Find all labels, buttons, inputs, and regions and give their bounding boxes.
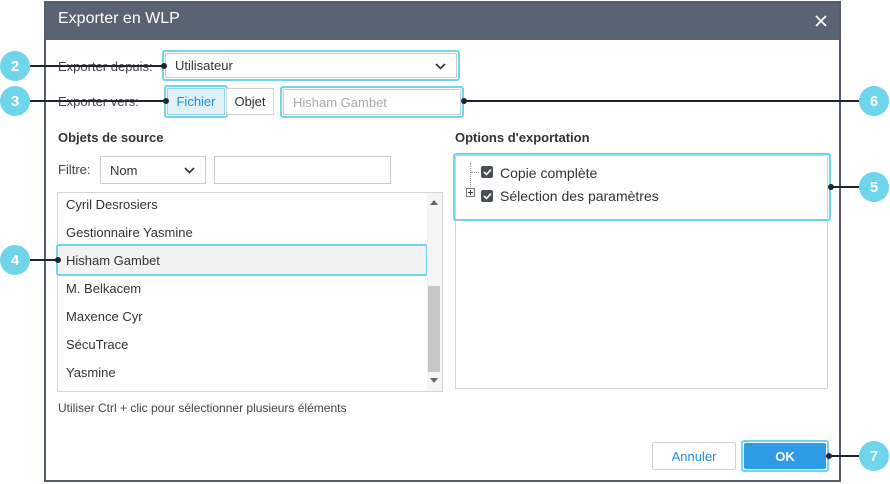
callout-line [829,455,859,457]
callout-line [30,259,58,261]
callout-dot [163,98,169,104]
dialog-title: Exporter en WLP [58,10,180,27]
params-selection-checkbox[interactable] [481,190,493,202]
callout-dot [55,257,61,263]
filter-input[interactable] [214,156,391,184]
scrollbar-thumb[interactable] [428,286,440,372]
option-label: Copie complète [500,165,598,181]
callout-dot [461,98,467,104]
source-heading: Objets de source [58,130,164,145]
option-label: Sélection des paramètres [500,188,659,204]
callout-badge-5: 5 [859,172,889,202]
tree-guide [471,172,479,173]
callout-line [463,100,859,102]
chevron-down-icon [184,167,195,174]
callout-badge-6: 6 [859,86,889,116]
close-button[interactable] [808,8,834,34]
cancel-button[interactable]: Annuler [652,442,736,470]
export-from-select[interactable]: Utilisateur [165,53,457,78]
list-item[interactable]: Yasmine [66,365,116,380]
callout-line [30,65,164,67]
callout-dot [828,184,834,190]
check-icon [482,192,492,200]
scroll-down-icon[interactable] [430,378,438,384]
close-icon [815,15,827,27]
list-item[interactable]: Gestionnaire Yasmine [66,225,193,240]
callout-badge-4: 4 [0,245,30,275]
filter-value: Nom [110,162,138,178]
callout-badge-2: 2 [0,51,30,81]
object-button[interactable]: Objet [226,88,274,115]
options-highlight [453,153,831,221]
callout-dot [161,63,167,69]
ok-button[interactable]: OK [744,443,826,469]
export-target-input[interactable]: Hisham Gambet [283,89,461,115]
options-heading: Options d'exportation [455,130,590,145]
chevron-down-icon [435,62,446,70]
filter-label: Filtre: [58,162,91,177]
callout-badge-7: 7 [859,441,889,471]
export-from-label: Exporter depuis: [58,59,153,75]
export-target-value: Hisham Gambet [293,94,387,110]
scroll-up-icon[interactable] [430,199,438,205]
list-item[interactable]: M. Belkacem [66,281,141,296]
check-icon [482,168,492,176]
list-item-selected[interactable]: Hisham Gambet [66,253,160,268]
export-to-label: Exporter vers: [58,94,139,110]
filter-select[interactable]: Nom [100,156,206,184]
list-item[interactable]: Cyril Desrosiers [66,197,158,212]
list-item[interactable]: Maxence Cyr [66,309,143,324]
multi-select-hint: Utiliser Ctrl + clic pour sélectionner p… [58,401,347,415]
callout-line [831,186,859,188]
callout-line [30,100,166,102]
export-from-value: Utilisateur [175,58,233,73]
file-button[interactable]: Fichier [167,88,225,115]
expand-plus-icon[interactable] [466,188,475,197]
full-copy-checkbox[interactable] [481,166,493,178]
callout-badge-3: 3 [0,86,30,116]
list-item[interactable]: SécuTrace [66,337,128,352]
callout-dot [826,453,832,459]
